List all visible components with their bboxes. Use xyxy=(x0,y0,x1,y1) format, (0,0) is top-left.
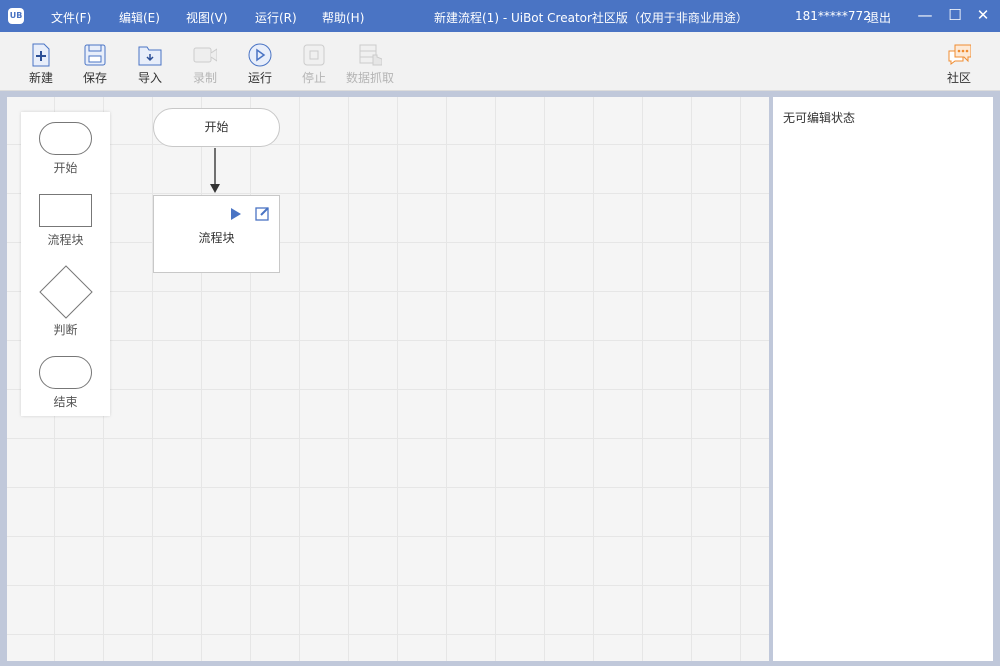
minimize-icon[interactable]: — xyxy=(915,6,935,24)
new-file-icon xyxy=(29,43,53,67)
edit-block-icon[interactable] xyxy=(255,206,270,221)
palette-decision[interactable]: 判断 xyxy=(21,265,110,338)
logout-link[interactable]: 退出 xyxy=(867,9,891,26)
run-block-icon[interactable] xyxy=(230,207,242,221)
scrape-hand-icon xyxy=(358,43,382,67)
menu-view[interactable]: 视图(V) xyxy=(186,9,228,26)
data-scrape-button[interactable]: 数据抓取 xyxy=(340,40,400,86)
terminal-shape-icon xyxy=(39,356,92,389)
title-bar: UB 文件(F) 编辑(E) 视图(V) 运行(R) 帮助(H) 新建流程(1)… xyxy=(0,0,1000,32)
menu-file[interactable]: 文件(F) xyxy=(51,9,91,26)
diamond-shape-icon xyxy=(38,265,93,319)
window-title: 新建流程(1) - UiBot Creator社区版（仅用于非商业用途） xyxy=(434,11,748,25)
new-button[interactable]: 新建 xyxy=(16,40,66,86)
save-button[interactable]: 保存 xyxy=(70,40,120,86)
save-icon xyxy=(83,43,107,67)
play-circle-icon xyxy=(248,43,272,67)
palette-end[interactable]: 结束 xyxy=(21,356,110,410)
rectangle-shape-icon xyxy=(39,194,92,227)
stop-icon xyxy=(302,43,326,67)
flow-arrow xyxy=(210,148,220,193)
menu-edit[interactable]: 编辑(E) xyxy=(119,9,160,26)
palette-start[interactable]: 开始 xyxy=(21,122,110,176)
terminal-shape-icon xyxy=(39,122,92,155)
palette-block[interactable]: 流程块 xyxy=(21,194,110,248)
maximize-icon[interactable]: ☐ xyxy=(945,6,965,24)
shape-palette: 开始 流程块 判断 结束 xyxy=(21,112,110,416)
camera-icon xyxy=(193,43,217,67)
close-icon[interactable]: ✕ xyxy=(973,6,993,24)
user-account[interactable]: 181*****772 xyxy=(795,9,871,23)
properties-panel: 无可编辑状态 xyxy=(773,97,993,661)
run-button[interactable]: 运行 xyxy=(235,40,285,86)
import-folder-icon xyxy=(138,43,162,67)
menu-help[interactable]: 帮助(H) xyxy=(322,9,364,26)
import-button[interactable]: 导入 xyxy=(125,40,175,86)
toolbar: 新建 保存 导入 录制 运行 停止 数据抓取 社区 xyxy=(0,32,1000,91)
app-logo: UB xyxy=(8,8,24,24)
menu-run[interactable]: 运行(R) xyxy=(255,9,297,26)
community-button[interactable]: 社区 xyxy=(934,40,984,86)
flow-start-node[interactable]: 开始 xyxy=(153,108,280,147)
flow-block-node[interactable]: 流程块 xyxy=(153,195,280,273)
flow-canvas[interactable] xyxy=(7,97,769,661)
panel-status-text: 无可编辑状态 xyxy=(783,111,856,125)
record-button[interactable]: 录制 xyxy=(180,40,230,86)
chat-bubbles-icon xyxy=(947,43,971,67)
stop-button[interactable]: 停止 xyxy=(289,40,339,86)
